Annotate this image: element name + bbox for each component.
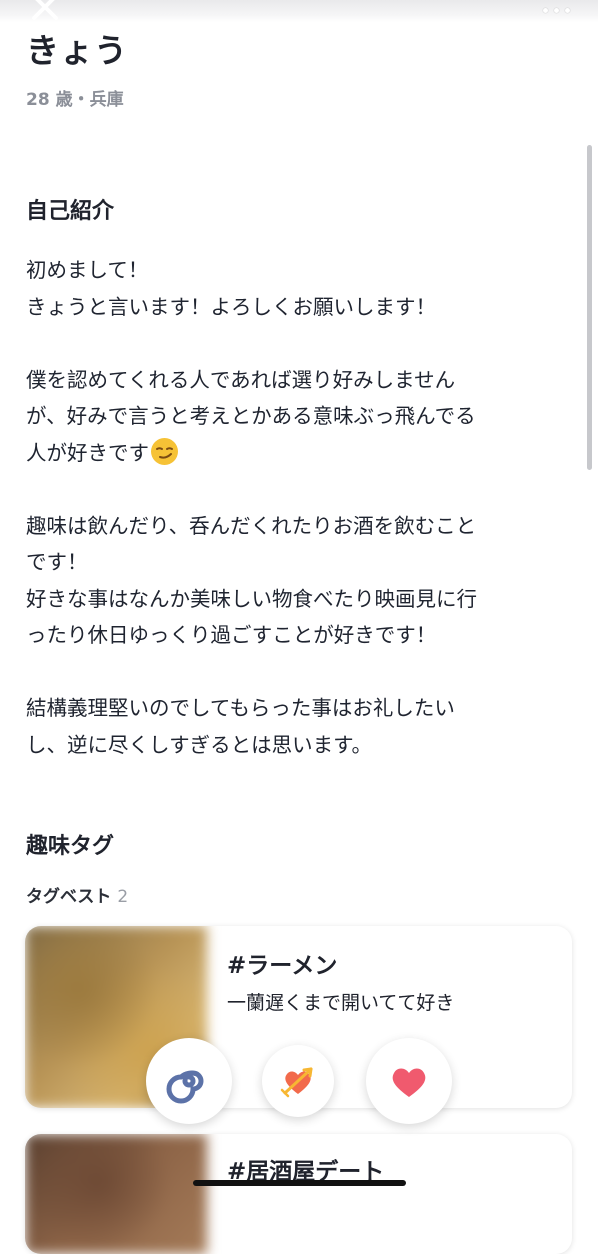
intro-line: 趣味は飲んだり、呑んだくれたりお酒を飲むこと (26, 513, 477, 538)
heart-icon (392, 1068, 426, 1097)
more-dot (542, 7, 548, 13)
more-dot (553, 7, 559, 13)
intro-line: し、逆に尽くしすぎるとは思います。 (26, 732, 373, 757)
intro-title: 自己紹介 (26, 199, 115, 224)
more-icon[interactable] (536, 4, 576, 16)
intro-gap (26, 325, 571, 362)
close-icon[interactable] (28, 0, 62, 26)
smirking-face-emoji-icon (151, 437, 178, 465)
intro-line: 初めまして！ (26, 258, 149, 282)
intro-line-with-emoji: 人が好きです (26, 435, 571, 472)
profile-age-location: 28 歳・兵庫 (26, 90, 124, 110)
more-dot (564, 7, 570, 13)
profile-name: きょう (26, 31, 128, 70)
intro-text: 初めまして！ きょうと言います！よろしくお願いします！ 僕を認めてくれる人であれ… (26, 252, 571, 763)
heart-arrow-icon (280, 1067, 313, 1098)
top-bar (0, 0, 598, 22)
tag-best-label: タグベスト 2 (26, 882, 128, 907)
intro-line: 僕を認めてくれる人であれば選り好みしません (26, 367, 456, 392)
intro-line: です！ (26, 550, 88, 574)
intro-line: 好きな事はなんか美味しい物食べたり映画見に行 (26, 586, 477, 611)
hobby-tag-card[interactable]: #居酒屋デート (25, 1134, 572, 1254)
tag-photo (25, 1134, 207, 1254)
swirl-icon (166, 1070, 204, 1104)
skip-button[interactable] (146, 1038, 232, 1124)
intro-line: 人が好きです (26, 440, 149, 465)
super-like-button[interactable] (262, 1045, 334, 1117)
scrollbar[interactable] (587, 145, 592, 470)
intro-gap (26, 654, 571, 691)
tag-description: 一蘭遅くまで開いてて好き (227, 992, 455, 1014)
hobby-tags-title: 趣味タグ (26, 834, 115, 859)
tag-title: #ラーメン (227, 953, 338, 979)
intro-gap (26, 471, 571, 508)
intro-line: ったり休日ゆっくり過ごすことが好きです！ (26, 623, 437, 647)
intro-line: 結構義理堅いのでしてもらった事はお礼したい (26, 696, 455, 720)
intro-line: が、好みで言うと考えとかある意味ぶっ飛んでる (26, 404, 476, 428)
tag-best-text: タグベスト (26, 887, 112, 907)
tag-best-count: 2 (117, 887, 129, 907)
like-button[interactable] (366, 1038, 452, 1124)
home-indicator[interactable] (193, 1180, 406, 1186)
intro-line: きょうと言います！よろしくお願いします！ (26, 294, 436, 319)
